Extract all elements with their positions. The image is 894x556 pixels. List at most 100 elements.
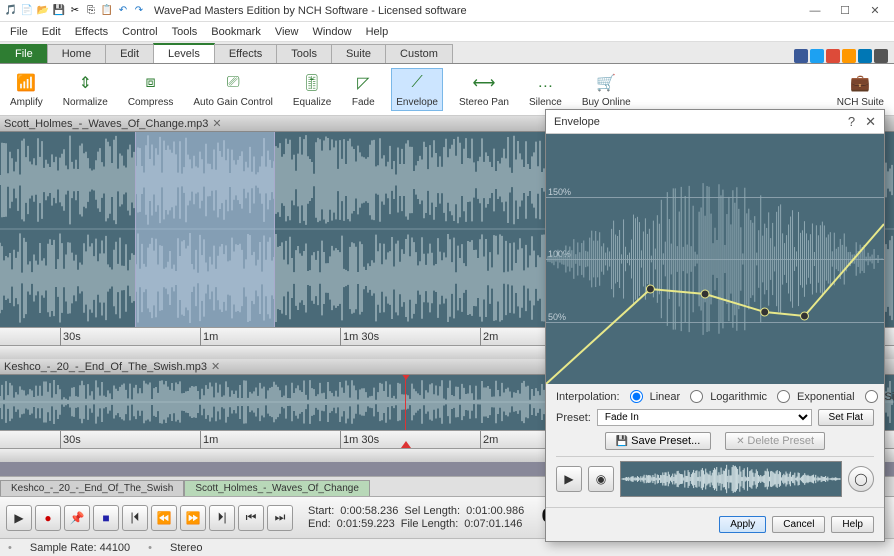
nch-suite-button[interactable]: 💼 NCH Suite (833, 69, 888, 110)
ruler-mark: 2m (480, 328, 498, 346)
tab-suite[interactable]: Suite (331, 44, 386, 63)
copy-icon[interactable]: ⎘ (84, 4, 98, 18)
selection-region[interactable] (135, 132, 275, 327)
ribbon-label: Compress (128, 97, 174, 108)
stop-button[interactable]: ■ (93, 505, 119, 531)
menu-view[interactable]: View (269, 24, 305, 40)
menu-control[interactable]: Control (116, 24, 163, 40)
sel-length-value: 0:01:00.986 (466, 505, 524, 517)
buy-online-button[interactable]: 🛒Buy Online (578, 69, 635, 110)
skip-start-button[interactable]: |⏴ (122, 505, 148, 531)
end-label: End: (308, 518, 331, 530)
set-flat-button[interactable]: Set Flat (818, 409, 874, 426)
close-button[interactable]: ✕ (860, 1, 890, 21)
preset-select[interactable]: Fade In (597, 409, 812, 426)
playhead-marker-icon[interactable] (401, 441, 411, 448)
open-icon[interactable]: 📂 (36, 4, 50, 18)
envelope-canvas[interactable]: 150% 100% 50% (function(){ const svg = d… (546, 134, 884, 384)
ribbon-label: Equalize (293, 97, 331, 108)
fade-button[interactable]: ◸Fade (347, 69, 379, 110)
new-icon[interactable]: 📄 (20, 4, 34, 18)
share-icon[interactable] (874, 49, 888, 63)
ruler-mark: 1m (200, 328, 218, 346)
menu-window[interactable]: Window (306, 24, 357, 40)
menu-bookmark[interactable]: Bookmark (205, 24, 267, 40)
save-icon[interactable]: 💾 (52, 4, 66, 18)
amplify-button[interactable]: 📶Amplify (6, 69, 47, 110)
preview-row: ▶ ◉ (function(){ const svg=document.curr… (556, 456, 874, 501)
apply-button[interactable]: Apply (719, 516, 766, 533)
gplus-icon[interactable] (826, 49, 840, 63)
interp-sinusoidal-radio[interactable] (865, 390, 878, 403)
menu-edit[interactable]: Edit (36, 24, 67, 40)
linkedin-icon[interactable] (858, 49, 872, 63)
play-button[interactable]: ▶ (6, 505, 32, 531)
dialog-titlebar[interactable]: Envelope ? ✕ (546, 110, 884, 134)
forward-button[interactable]: ⏩ (180, 505, 206, 531)
menu-tools[interactable]: Tools (166, 24, 204, 40)
tab-custom[interactable]: Custom (385, 44, 453, 63)
close-icon[interactable]: ✕ (865, 114, 876, 130)
menu-file[interactable]: File (4, 24, 34, 40)
menu-help[interactable]: Help (360, 24, 395, 40)
help-button[interactable]: Help (831, 516, 874, 533)
interp-logarithmic-radio[interactable] (690, 390, 703, 403)
tab-edit[interactable]: Edit (105, 44, 154, 63)
auto-gain-control-button[interactable]: ⎚Auto Gain Control (189, 69, 277, 110)
interpolation-label: Interpolation: (556, 391, 620, 403)
save-preset-button[interactable]: 💾 Save Preset... (605, 432, 711, 450)
social-icons (794, 49, 894, 63)
close-icon[interactable]: ✕ (211, 360, 220, 373)
silence-button[interactable]: …Silence (525, 69, 566, 110)
cancel-button[interactable]: Cancel (772, 516, 825, 533)
ruler-mark: 2m (480, 431, 498, 449)
next-button[interactable]: ⏭ (267, 505, 293, 531)
tab-home[interactable]: Home (47, 44, 106, 63)
preview-loop-button[interactable]: ◉ (588, 466, 614, 492)
record-button[interactable]: ● (35, 505, 61, 531)
equalize-button[interactable]: 🎚Equalize (289, 69, 335, 110)
radio-label: Logarithmic (710, 391, 767, 403)
menu-effects[interactable]: Effects (69, 24, 114, 40)
time-info: Start:0:00:58.236Sel Length:0:01:00.986 … (308, 505, 524, 530)
preview-waveform: (function(){ const svg=document.currentS… (620, 461, 842, 497)
interp-exponential-radio[interactable] (777, 390, 790, 403)
playhead[interactable] (405, 375, 406, 430)
twitter-icon[interactable] (810, 49, 824, 63)
close-icon[interactable]: ✕ (212, 117, 221, 130)
tab-levels[interactable]: Levels (153, 43, 215, 63)
pin-button[interactable]: 📌 (64, 505, 90, 531)
playhead-marker-icon[interactable] (401, 375, 411, 380)
delete-preset-button[interactable]: ✕ Delete Preset (725, 432, 825, 450)
rewind-button[interactable]: ⏪ (151, 505, 177, 531)
maximize-button[interactable]: ☐ (830, 1, 860, 21)
paste-icon[interactable]: 📋 (100, 4, 114, 18)
doc-tab[interactable]: Scott_Holmes_-_Waves_Of_Change (184, 480, 370, 496)
help-icon[interactable]: ? (848, 114, 855, 130)
ribbon-label: Stereo Pan (459, 97, 509, 108)
tab-effects[interactable]: Effects (214, 44, 277, 63)
suite-icon: 💼 (848, 71, 872, 95)
preview-play-button[interactable]: ▶ (556, 466, 582, 492)
normalize-button[interactable]: ⇕Normalize (59, 69, 112, 110)
interp-linear-radio[interactable] (630, 390, 643, 403)
minimize-button[interactable]: — (800, 1, 830, 21)
redo-icon[interactable]: ↷ (132, 4, 146, 18)
compress-icon: ⧈ (139, 71, 163, 95)
preview-level-knob[interactable]: ◯ (848, 466, 874, 492)
menubar: FileEditEffectsControlToolsBookmarkViewW… (0, 22, 894, 42)
tab-file[interactable]: File (0, 44, 48, 63)
compress-button[interactable]: ⧈ Compress (124, 69, 178, 110)
doc-tab[interactable]: Keshco_-_20_-_End_Of_The_Swish (0, 480, 184, 496)
rss-icon[interactable] (842, 49, 856, 63)
prev-button[interactable]: ⏮ (238, 505, 264, 531)
cut-icon[interactable]: ✂ (68, 4, 82, 18)
skip-end-button[interactable]: ⏵| (209, 505, 235, 531)
facebook-icon[interactable] (794, 49, 808, 63)
normalize-icon: ⇕ (73, 71, 97, 95)
stereo-pan-button[interactable]: ⟷Stereo Pan (455, 69, 513, 110)
ribbon-label: Silence (529, 97, 562, 108)
tab-tools[interactable]: Tools (276, 44, 332, 63)
undo-icon[interactable]: ↶ (116, 4, 130, 18)
envelope-button[interactable]: ⟋Envelope (391, 68, 443, 111)
